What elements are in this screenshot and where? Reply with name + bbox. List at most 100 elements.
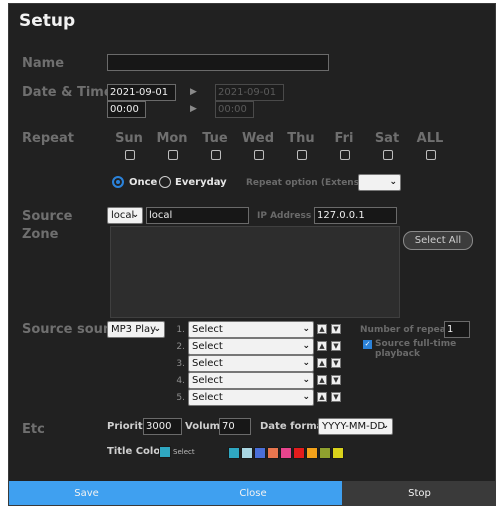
day-checkbox-all[interactable]: [426, 150, 436, 160]
chevron-down-icon: ⌄: [302, 392, 310, 402]
play-arrow-icon: ▶: [190, 104, 197, 114]
chevron-down-icon: ⌄: [302, 375, 310, 385]
chevron-down-icon: ⌄: [389, 177, 397, 187]
day-checkbox-thu[interactable]: [297, 150, 307, 160]
player-select-value: MP3 Play: [111, 324, 157, 335]
sound-row-number: 5.: [176, 393, 185, 403]
sound-select-value: Select: [192, 341, 223, 352]
stop-button[interactable]: Stop: [342, 481, 495, 505]
day-label-sun: Sun: [115, 131, 143, 146]
datetime-label: Date & Time: [22, 85, 113, 100]
move-down-button[interactable]: ▼: [331, 324, 341, 334]
sound-select[interactable]: Select ⌄: [188, 321, 314, 338]
move-down-button[interactable]: ▼: [331, 375, 341, 385]
end-time-input[interactable]: 00:00: [215, 101, 254, 118]
day-checkbox-mon[interactable]: [168, 150, 178, 160]
sound-row-number: 3.: [176, 359, 185, 369]
ip-address-input[interactable]: 127.0.0.1: [314, 207, 397, 224]
zone-list[interactable]: [110, 226, 400, 318]
footer: Save Close Stop: [9, 481, 495, 505]
repeats-label: Number of repeats: [360, 325, 456, 335]
ip-address-label: IP Address :: [257, 211, 318, 221]
sound-select-value: Select: [192, 358, 223, 369]
player-select[interactable]: MP3 Play ⌄: [107, 321, 165, 338]
setup-dialog: Setup Name Date & Time 2021-09-01 00:00 …: [8, 3, 496, 506]
fulltime-label: Source full-time playback: [375, 339, 457, 359]
move-up-button[interactable]: ▲: [317, 392, 327, 402]
date-format-value: YYYY-MM-DD: [322, 421, 386, 432]
everyday-label: Everyday: [175, 177, 227, 188]
end-date-input[interactable]: 2021-09-01: [215, 84, 284, 101]
close-button[interactable]: Close: [164, 481, 342, 505]
start-time-input[interactable]: 00:00: [107, 101, 146, 118]
day-checkbox-wed[interactable]: [254, 150, 264, 160]
chevron-down-icon: ⌄: [302, 358, 310, 368]
sound-row-number: 1.: [176, 325, 185, 335]
date-format-select[interactable]: YYYY-MM-DD ⌄: [318, 418, 393, 435]
color-swatch[interactable]: [241, 447, 253, 459]
save-button[interactable]: Save: [9, 481, 164, 505]
name-label: Name: [22, 56, 65, 71]
volume-input[interactable]: 70: [219, 418, 251, 435]
repeat-label: Repeat: [22, 131, 74, 146]
color-swatch[interactable]: [280, 447, 292, 459]
sound-select-value: Select: [192, 392, 223, 403]
name-input[interactable]: [107, 54, 329, 71]
color-swatch[interactable]: [319, 447, 331, 459]
move-up-button[interactable]: ▲: [317, 324, 327, 334]
move-up-button[interactable]: ▲: [317, 375, 327, 385]
play-arrow-icon: ▶: [190, 87, 197, 97]
color-swatch[interactable]: [254, 447, 266, 459]
title-color-preview[interactable]: [159, 446, 171, 458]
source-label: Source: [22, 209, 73, 224]
move-up-button[interactable]: ▲: [317, 358, 327, 368]
chevron-down-icon: ⌄: [302, 324, 310, 334]
day-label-tue: Tue: [202, 131, 228, 146]
chevron-down-icon: ⌄: [153, 324, 161, 334]
color-swatch[interactable]: [228, 447, 240, 459]
day-label-fri: Fri: [334, 131, 354, 146]
everyday-radio[interactable]: [159, 176, 171, 188]
once-label: Once: [129, 177, 158, 188]
repeats-input[interactable]: 1: [444, 321, 470, 338]
title-color-label: Title Color: [107, 446, 166, 457]
sound-select[interactable]: Select ⌄: [188, 338, 314, 355]
source-type-select[interactable]: local ⌄: [107, 207, 143, 224]
sound-row-number: 4.: [176, 376, 185, 386]
day-label-thu: Thu: [287, 131, 315, 146]
sound-select[interactable]: Select ⌄: [188, 372, 314, 389]
etc-label: Etc: [22, 422, 45, 437]
move-down-button[interactable]: ▼: [331, 358, 341, 368]
start-date-input[interactable]: 2021-09-01: [107, 84, 176, 101]
priority-input[interactable]: 3000: [143, 418, 182, 435]
chevron-down-icon: ⌄: [302, 341, 310, 351]
day-label-mon: Mon: [156, 131, 188, 146]
chevron-down-icon: ⌄: [381, 421, 389, 431]
move-up-button[interactable]: ▲: [317, 341, 327, 351]
zone-label: Zone: [22, 227, 59, 242]
day-checkbox-tue[interactable]: [211, 150, 221, 160]
day-label-sat: Sat: [374, 131, 400, 146]
color-swatch[interactable]: [293, 447, 305, 459]
move-down-button[interactable]: ▼: [331, 341, 341, 351]
once-radio[interactable]: [112, 176, 124, 188]
select-all-button[interactable]: Select All: [403, 231, 473, 250]
day-label-all: ALL: [416, 131, 444, 146]
sound-select[interactable]: Select ⌄: [188, 389, 314, 406]
sound-row-number: 2.: [176, 342, 185, 352]
repeat-option-select[interactable]: ⌄: [358, 174, 401, 191]
dialog-title: Setup: [19, 11, 76, 31]
source-input[interactable]: local: [146, 207, 249, 224]
color-swatch[interactable]: [306, 447, 318, 459]
color-swatch[interactable]: [267, 447, 279, 459]
day-label-wed: Wed: [242, 131, 274, 146]
day-checkbox-sat[interactable]: [383, 150, 393, 160]
sound-select[interactable]: Select ⌄: [188, 355, 314, 372]
fulltime-checkbox[interactable]: ✓: [363, 340, 372, 349]
title-color-select-link[interactable]: Select: [173, 448, 195, 456]
sound-select-value: Select: [192, 324, 223, 335]
color-swatch[interactable]: [332, 447, 344, 459]
move-down-button[interactable]: ▼: [331, 392, 341, 402]
day-checkbox-fri[interactable]: [340, 150, 350, 160]
day-checkbox-sun[interactable]: [125, 150, 135, 160]
